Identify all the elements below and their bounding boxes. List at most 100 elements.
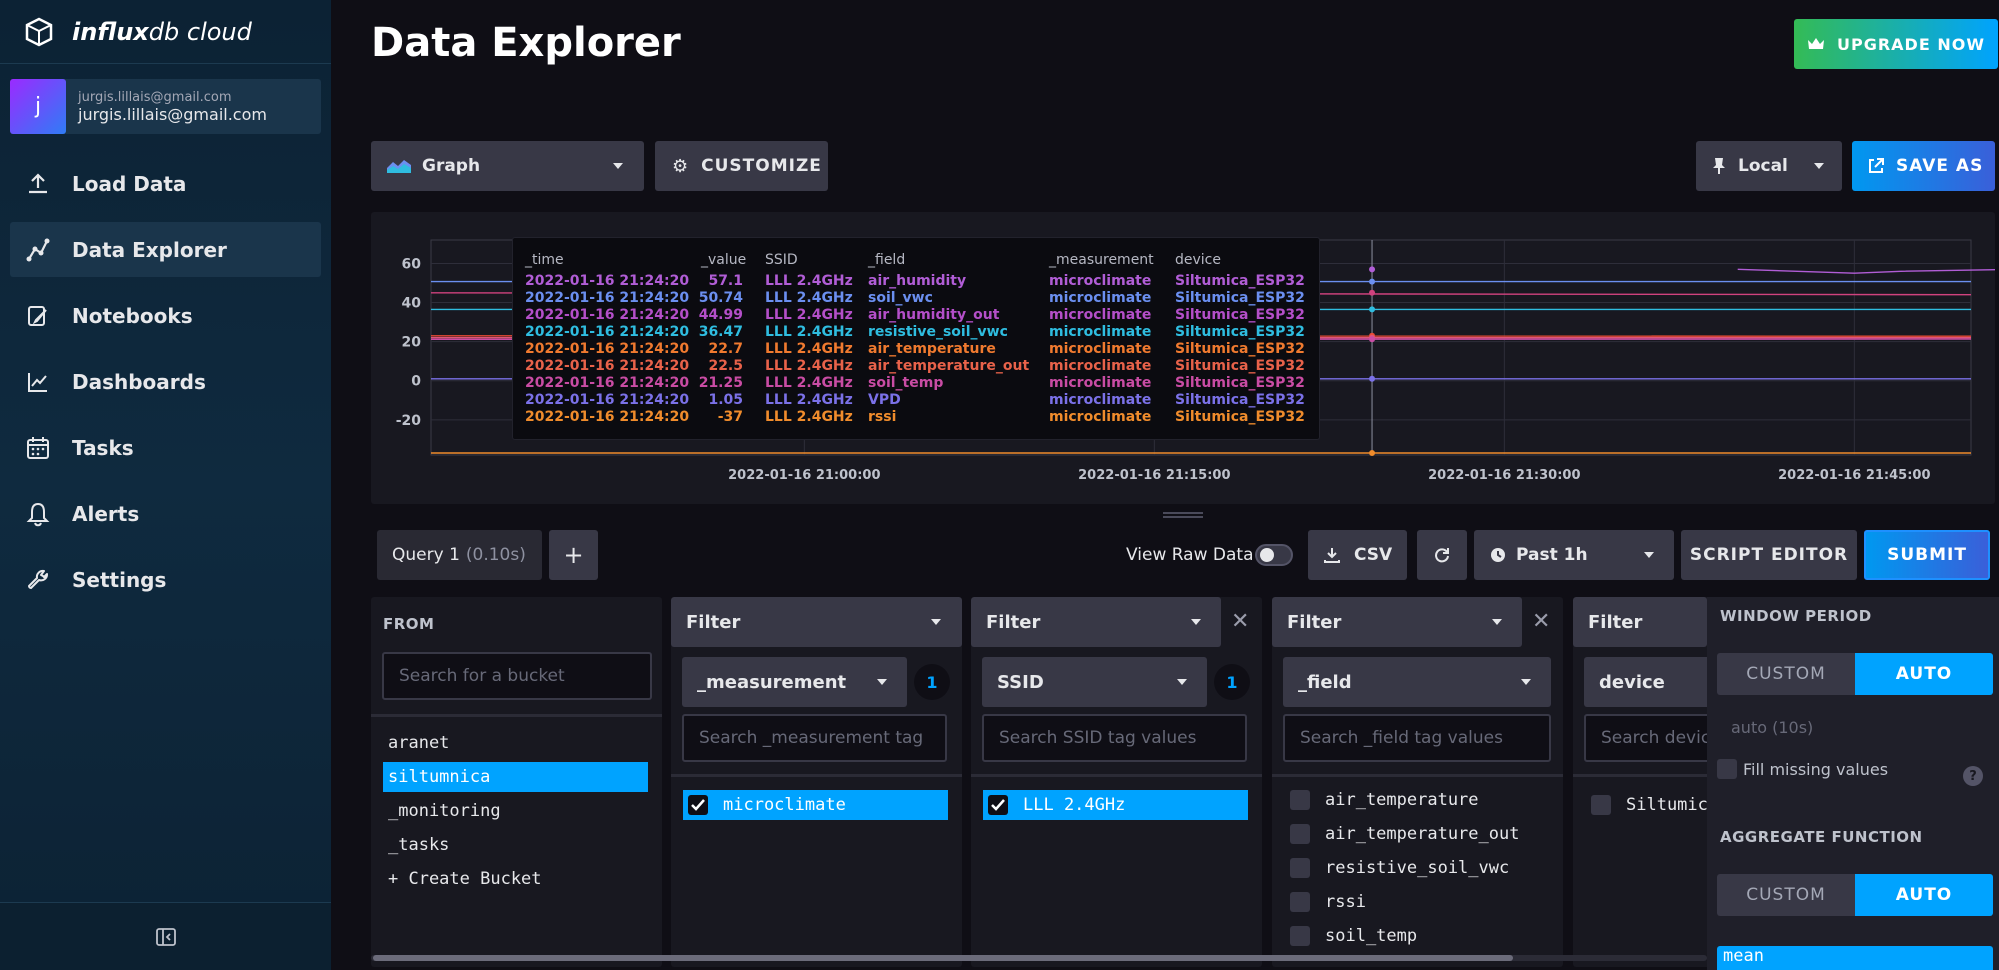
tooltip-cell-value: 22.5 [708, 358, 743, 374]
timezone-dropdown[interactable]: Local [1696, 141, 1842, 191]
aggregate-custom-button[interactable]: CUSTOM [1717, 874, 1855, 916]
filter-card-ssid: Filter ✕ SSID 1 Search SSID tag values L… [971, 597, 1262, 967]
checkbox[interactable] [1717, 759, 1737, 779]
chevron-down-icon [613, 163, 623, 169]
tooltip-cell-measurement: microclimate [1049, 358, 1152, 374]
bucket-item[interactable]: _monitoring [383, 796, 648, 826]
tooltip-cell-device: Siltumica_ESP32 [1175, 392, 1305, 408]
brand[interactable]: influxdb cloud [0, 0, 331, 64]
upgrade-now-button[interactable]: UPGRADE NOW [1794, 19, 1998, 69]
nav-label: Notebooks [72, 303, 193, 328]
tag-value-item[interactable]: rssi [1290, 887, 1366, 917]
tooltip-row: 2022-01-16 21:24:20 21.25 LLL 2.4GHz soil_t… [513, 375, 1321, 392]
window-period-input[interactable]: auto (10s) [1717, 707, 1993, 747]
x-tick-label: 2022-01-16 21:30:00 [1428, 468, 1580, 483]
checkbox[interactable] [1591, 795, 1611, 815]
window-auto-button[interactable]: AUTO [1855, 653, 1993, 695]
aggregate-auto-button[interactable]: AUTO [1855, 874, 1993, 916]
csv-button[interactable]: CSV [1308, 530, 1407, 580]
filter-function-dropdown[interactable]: Filter [671, 597, 962, 647]
x-tick-label: 2022-01-16 21:15:00 [1078, 468, 1230, 483]
nav-alerts[interactable]: Alerts [10, 486, 321, 541]
tag-search-input[interactable]: Search _field tag values [1283, 714, 1551, 762]
submit-button[interactable]: SUBMIT [1864, 530, 1990, 580]
scrollbar-thumb[interactable] [373, 955, 1513, 961]
tooltip-header-time: _time [525, 252, 564, 268]
tooltip-row: 2022-01-16 21:24:20 1.05 LLL 2.4GHz VPD micr… [513, 392, 1321, 409]
x-tick-label: 2022-01-16 21:45:00 [1778, 468, 1930, 483]
checkbox-checked[interactable] [988, 795, 1008, 815]
close-icon[interactable]: ✕ [1532, 609, 1550, 634]
resize-handle[interactable] [1163, 512, 1203, 518]
refresh-button[interactable] [1417, 530, 1467, 580]
checkbox-checked[interactable] [688, 795, 708, 815]
customize-button[interactable]: ⚙ CUSTOMIZE [655, 141, 828, 191]
bucket-item-selected[interactable]: siltumnica [383, 762, 648, 792]
nav-dashboards[interactable]: Dashboards [10, 354, 321, 409]
tag-value-item[interactable]: resistive_soil_vwc [1290, 853, 1509, 883]
wrench-icon [25, 567, 51, 593]
selected-count-badge: 1 [1214, 664, 1250, 700]
tag-value-item[interactable]: soil_temp [1290, 921, 1417, 951]
filter-key-dropdown[interactable]: _measurement [682, 657, 907, 707]
checkbox[interactable] [1290, 892, 1310, 912]
tooltip-cell-value: 44.99 [698, 307, 743, 323]
filter-function-dropdown[interactable]: Filter [1573, 597, 1707, 647]
user-card[interactable]: j jurgis.lillais@gmail.com jurgis.lillai… [10, 79, 321, 134]
bucket-item[interactable]: aranet [383, 728, 648, 758]
close-icon[interactable]: ✕ [1231, 609, 1249, 634]
tag-search-input[interactable]: Search SSID tag values [982, 714, 1247, 762]
checkbox[interactable] [1290, 790, 1310, 810]
bucket-item[interactable]: _tasks [383, 830, 648, 860]
tooltip-cell-field: rssi [868, 409, 897, 425]
nav-tasks[interactable]: Tasks [10, 420, 321, 475]
time-range-dropdown[interactable]: Past 1h [1474, 530, 1674, 580]
tag-value-item[interactable]: LLL 2.4GHz [983, 790, 1248, 820]
visualization-type-dropdown[interactable]: Graph [371, 141, 644, 191]
checkbox[interactable] [1290, 858, 1310, 878]
tooltip-cell-device: Siltumica_ESP32 [1175, 341, 1305, 357]
filter-key-dropdown[interactable]: _field [1283, 657, 1551, 707]
query-tab[interactable]: Query 1 (0.10s) [377, 530, 542, 580]
tooltip-cell-measurement: microclimate [1049, 409, 1152, 425]
view-raw-data-toggle[interactable] [1255, 544, 1293, 566]
hover-point-air_humidity [1369, 266, 1376, 273]
add-query-button[interactable]: + [549, 530, 598, 580]
filter-key-dropdown[interactable]: device [1584, 657, 1707, 707]
nav-notebooks[interactable]: Notebooks [10, 288, 321, 343]
collapse-sidebar-button[interactable] [0, 902, 331, 970]
tag-value-item[interactable]: air_temperature_out [1290, 819, 1519, 849]
tag-value-item[interactable]: microclimate [683, 790, 948, 820]
help-icon[interactable]: ? [1963, 766, 1983, 786]
fill-missing-checkbox[interactable]: Fill missing values [1717, 759, 1888, 779]
user-email: jurgis.lillais@gmail.com [78, 104, 267, 124]
tooltip-cell-ssid: LLL 2.4GHz [765, 273, 853, 289]
filter-key-dropdown[interactable]: SSID [982, 657, 1207, 707]
tooltip-cell-field: soil_vwc [868, 290, 933, 306]
nav-load-data[interactable]: Load Data [10, 156, 321, 211]
tag-value-item[interactable]: Siltumic [1591, 790, 1707, 820]
tooltip-cell-time: 2022-01-16 21:24:20 [525, 341, 690, 357]
chevron-down-icon [1644, 552, 1654, 558]
filter-function-dropdown[interactable]: Filter [971, 597, 1221, 647]
checkbox[interactable] [1290, 926, 1310, 946]
aggregate-function-item-selected[interactable]: mean [1717, 946, 1993, 970]
checkbox[interactable] [1290, 824, 1310, 844]
nav-label: Dashboards [72, 369, 206, 394]
tooltip-cell-ssid: LLL 2.4GHz [765, 307, 853, 323]
bucket-search-input[interactable]: Search for a bucket [382, 652, 652, 700]
filter-function-dropdown[interactable]: Filter [1272, 597, 1522, 647]
nav-settings[interactable]: Settings [10, 552, 321, 607]
tooltip-cell-device: Siltumica_ESP32 [1175, 290, 1305, 306]
save-as-button[interactable]: SAVE AS [1852, 141, 1995, 191]
from-title: FROM [383, 615, 435, 633]
horizontal-scrollbar[interactable] [371, 955, 1707, 961]
tag-search-input[interactable]: Search _measurement tag [682, 714, 947, 762]
tooltip-header-ssid: SSID [765, 252, 798, 268]
window-custom-button[interactable]: CUSTOM [1717, 653, 1855, 695]
create-bucket-link[interactable]: + Create Bucket [383, 864, 648, 894]
script-editor-button[interactable]: SCRIPT EDITOR [1681, 530, 1857, 580]
tag-value-item[interactable]: air_temperature [1290, 785, 1479, 815]
tag-search-input[interactable]: Search devic [1584, 714, 1707, 762]
nav-data-explorer[interactable]: Data Explorer [10, 222, 321, 277]
